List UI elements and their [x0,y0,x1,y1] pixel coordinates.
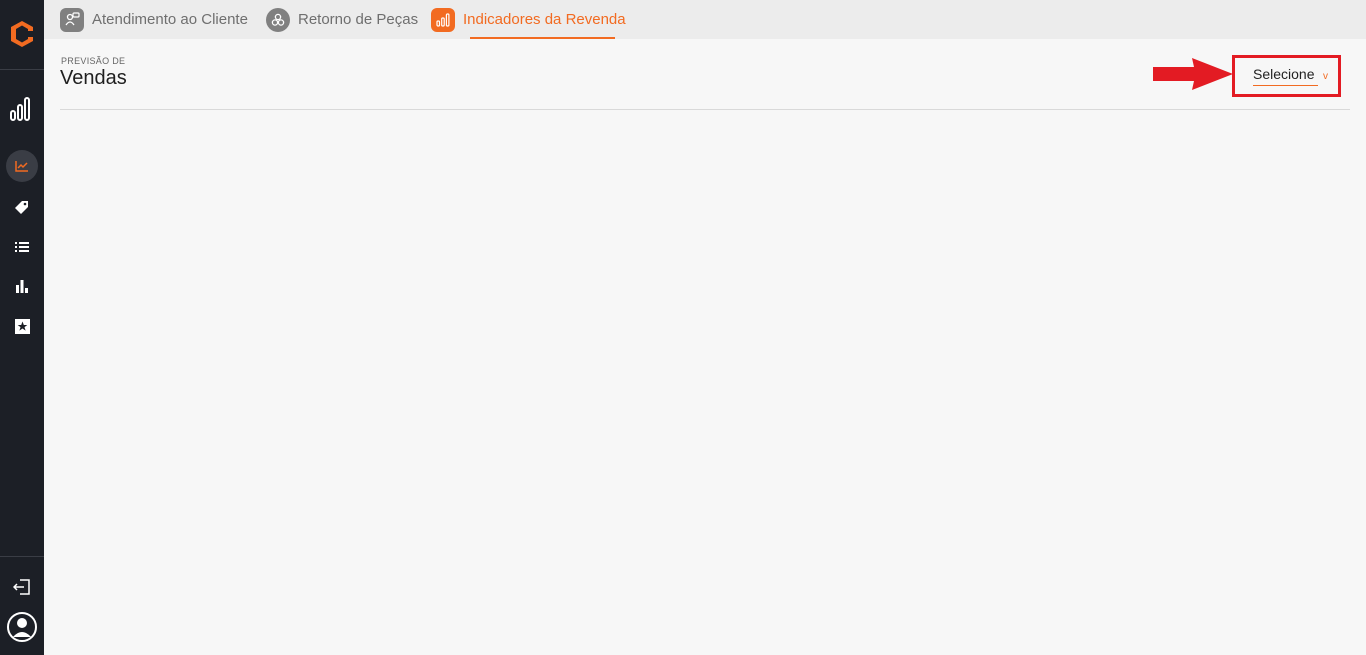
tab-atendimento[interactable]: Atendimento ao Cliente [60,0,248,39]
chat-users-icon [60,7,84,32]
sidebar [0,0,44,655]
tag-icon[interactable] [0,199,44,215]
list-icon[interactable] [0,239,44,255]
star-icon[interactable] [0,318,44,334]
bar-chart-icon [431,7,455,32]
select-label: Selecione [1253,66,1315,82]
tab-label: Indicadores da Revenda [463,11,626,28]
chevron-down-icon: v [1323,71,1328,82]
bar-chart-icon[interactable] [0,94,44,122]
tab-indicadores[interactable]: Indicadores da Revenda [431,0,626,39]
logout-icon[interactable] [0,578,44,596]
line-chart-icon[interactable] [0,158,44,174]
select-underline [1253,85,1318,86]
tab-retorno[interactable]: Retorno de Peças [266,0,418,39]
active-tab-underline [470,37,615,39]
company-logo-icon[interactable] [6,18,38,50]
top-tab-bar: Atendimento ao Cliente Retorno de Peças … [44,0,1366,39]
stats-icon[interactable] [0,278,44,294]
tab-label: Atendimento ao Cliente [92,11,248,28]
user-avatar-icon[interactable] [0,611,44,643]
sidebar-divider [0,556,44,557]
tab-label: Retorno de Peças [298,11,419,28]
period-select-dropdown[interactable]: Selecione v [1253,64,1333,88]
page-eyebrow: PREVISÃO DE [61,56,126,66]
annotation-arrow-icon [1153,58,1233,90]
header-divider [60,109,1350,110]
parts-icon [266,7,290,32]
sidebar-divider [0,69,44,70]
page-title: Vendas [60,67,127,89]
